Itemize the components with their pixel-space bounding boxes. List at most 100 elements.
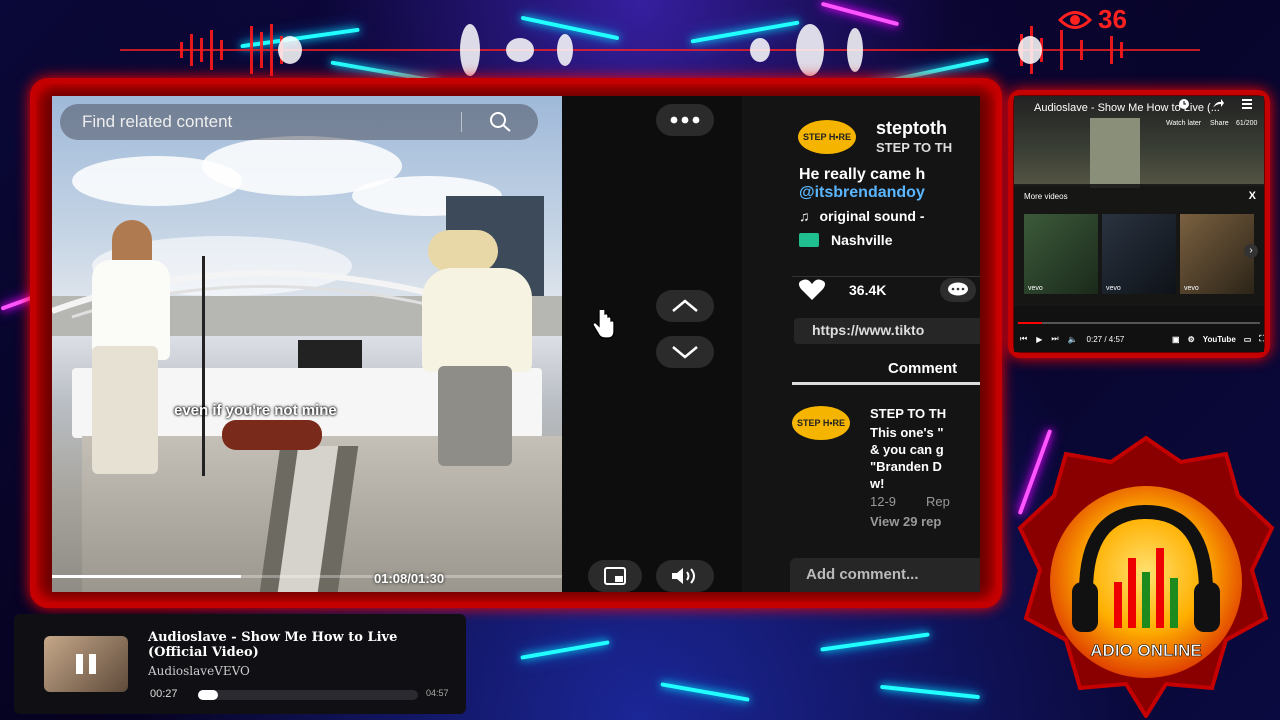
comment-author[interactable]: STEP TO TH — [870, 406, 946, 421]
pip-icon — [604, 567, 626, 585]
video-info-panel: STEP H•RE steptoth STEP TO TH He really … — [742, 96, 980, 592]
eye-icon — [1058, 10, 1092, 29]
video-thumbnail[interactable]: vevo — [1102, 214, 1176, 294]
share-label: Share — [1210, 120, 1229, 127]
laser-decoration — [880, 684, 980, 700]
thumbnail-label: vevo — [1106, 285, 1121, 292]
comment-button[interactable] — [940, 278, 976, 302]
comment-text: This one's " & you can g "Branden D w! — [870, 424, 944, 492]
youtube-logo[interactable]: YouTube — [1203, 335, 1236, 344]
pause-icon[interactable] — [72, 652, 100, 676]
previous-video-button[interactable] — [656, 290, 714, 322]
viewer-count: 36 — [1058, 4, 1127, 35]
thumbnail-label: vevo — [1184, 285, 1199, 292]
chevron-right-icon[interactable]: › — [1244, 244, 1258, 258]
author-avatar[interactable]: STEP H•RE — [798, 120, 856, 154]
more-dots-icon — [670, 116, 700, 124]
person-left-shirt — [92, 260, 170, 360]
viewer-count-number: 36 — [1098, 4, 1127, 34]
youtube-player[interactable]: Audioslave - Show Me How to Live (... Wa… — [1014, 96, 1264, 352]
play-icon[interactable]: ▶ — [1036, 335, 1042, 344]
chevron-down-icon — [672, 346, 698, 359]
volume-icon — [672, 568, 695, 584]
mic-stand — [202, 256, 205, 476]
search-bar[interactable]: Find related content — [60, 104, 538, 140]
track-artist: AudioslaveVEVO — [148, 664, 250, 678]
equalizer-waveform — [120, 24, 1200, 76]
tiktok-window: Find related content even if you're not … — [52, 96, 980, 592]
playlist-counter: 61/200 — [1236, 120, 1258, 127]
location-row[interactable]: Nashville — [799, 232, 892, 248]
video-player[interactable]: Find related content even if you're not … — [52, 96, 562, 592]
add-comment-input[interactable]: Add comment... — [790, 558, 980, 592]
track-progress-fill — [198, 690, 218, 700]
video-description: He really came h — [799, 166, 926, 183]
track-title: Audioslave - Show Me How to Live (Offici… — [148, 630, 398, 660]
author-name: STEP TO TH — [876, 140, 953, 155]
more-options-button[interactable] — [656, 104, 714, 136]
video-progress-bar[interactable] — [52, 575, 562, 578]
track-elapsed: 00:27 — [150, 688, 178, 700]
bag — [222, 420, 322, 450]
like-button[interactable] — [798, 278, 830, 302]
video-time: 01:08/01:30 — [374, 571, 445, 586]
person-right-pants — [438, 366, 512, 466]
next-video-button[interactable] — [656, 336, 714, 368]
search-placeholder: Find related content — [82, 112, 233, 131]
clock-icon[interactable] — [1178, 98, 1190, 110]
thumbnail-label: vevo — [1028, 285, 1043, 292]
hand-cursor-icon — [592, 310, 615, 339]
video-thumbnail[interactable]: vevo — [1180, 214, 1254, 294]
cast-icon[interactable]: ▭ — [1244, 335, 1252, 344]
share-icon[interactable] — [1212, 98, 1224, 110]
comment-date: 12-9 — [870, 494, 897, 509]
sound-row[interactable]: ♫ original sound - — [799, 208, 925, 224]
captions-icon[interactable]: ▣ — [1172, 335, 1180, 344]
picture-in-picture-button[interactable] — [588, 560, 642, 592]
music-note-icon: ♫ — [799, 208, 810, 224]
laser-decoration — [660, 682, 750, 702]
radio-online-badge: ADIO ONLINE — [1017, 435, 1275, 718]
laser-decoration — [820, 632, 930, 652]
playlist-icon[interactable] — [1242, 98, 1252, 110]
heart-icon — [798, 279, 826, 300]
reply-link[interactable]: Rep — [926, 494, 950, 509]
volume-icon[interactable]: 🔈 — [1068, 335, 1078, 344]
close-icon[interactable]: X — [1249, 190, 1256, 202]
watch-later-label: Watch later — [1166, 120, 1202, 127]
youtube-control-row: ⏮ ▶ ⏭ 🔈 0:27 / 4:57 — [1020, 334, 1124, 344]
comments-tab-underline — [792, 382, 980, 385]
youtube-title[interactable]: Audioslave - Show Me How to Live (... — [1034, 102, 1220, 114]
comment-line: w! — [870, 476, 885, 491]
share-url-field[interactable]: https://www.tikto — [794, 318, 980, 344]
video-controls-column — [562, 96, 742, 592]
more-videos-label: More videos — [1024, 192, 1068, 201]
next-icon[interactable]: ⏭ — [1051, 334, 1058, 344]
comment-line: This one's " — [870, 425, 944, 440]
like-count: 36.4K — [849, 282, 887, 298]
album-art[interactable] — [44, 636, 128, 692]
fullscreen-icon[interactable]: ⛶ — [1259, 334, 1264, 344]
comments-tab[interactable]: Comment — [888, 360, 957, 377]
video-progress-fill — [52, 575, 241, 578]
sound-name: original sound - — [819, 208, 925, 224]
person-left-pants — [92, 346, 158, 474]
youtube-time: 0:27 / 4:57 — [1086, 334, 1125, 344]
person-right-shirt — [422, 268, 532, 372]
person-right-hair — [428, 230, 498, 272]
previous-icon[interactable]: ⏮ — [1020, 334, 1027, 344]
laser-decoration — [520, 640, 610, 660]
video-thumbnail[interactable]: vevo — [1024, 214, 1098, 294]
stream-overlay: 36 Find related content even if you're n… — [0, 0, 1280, 720]
more-videos-panel: More videos X vevo vevo vevo › — [1014, 184, 1264, 306]
author-handle[interactable]: steptoth — [876, 118, 947, 139]
track-progress-bar[interactable] — [198, 690, 418, 700]
view-replies-link[interactable]: View 29 rep — [870, 514, 941, 529]
volume-button[interactable] — [656, 560, 714, 592]
search-icon[interactable] — [488, 110, 514, 134]
comment-avatar[interactable]: STEP H•RE — [792, 406, 850, 440]
mention-link[interactable]: @itsbrendandoy — [799, 184, 925, 202]
gear-icon[interactable]: ⚙ — [1188, 335, 1195, 344]
comment-line: "Branden D — [870, 459, 942, 474]
youtube-progress-bar[interactable] — [1018, 322, 1260, 324]
